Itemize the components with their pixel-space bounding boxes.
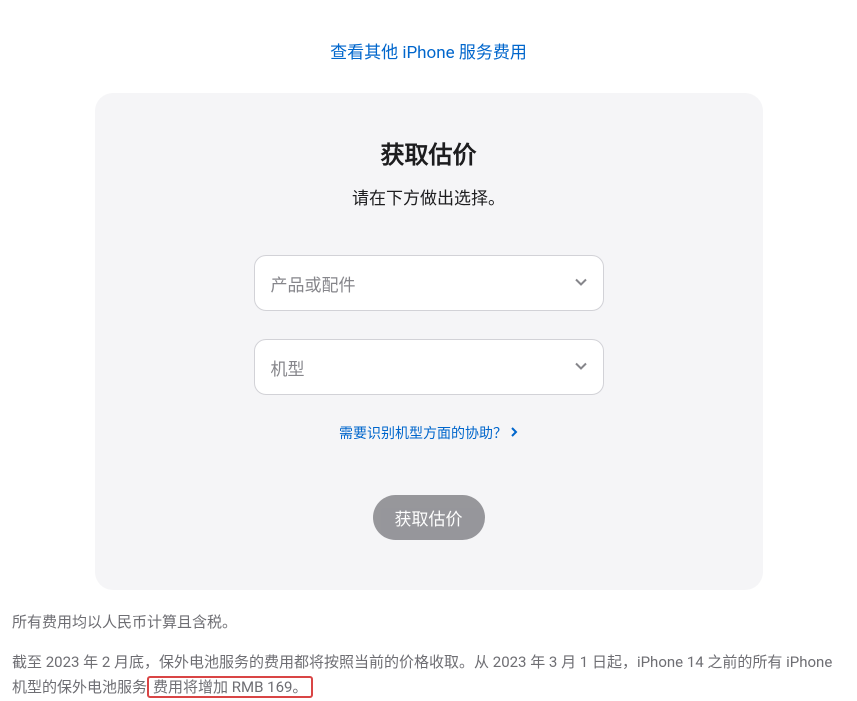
model-select[interactable]: 机型 xyxy=(254,339,604,395)
product-select[interactable]: 产品或配件 xyxy=(254,255,604,311)
price-increase-highlight: 费用将增加 RMB 169。 xyxy=(147,676,313,698)
chevron-right-icon xyxy=(511,425,518,441)
model-select-wrap: 机型 xyxy=(254,339,604,395)
product-select-wrap: 产品或配件 xyxy=(254,255,604,311)
top-link-container: 查看其他 iPhone 服务费用 xyxy=(0,0,857,93)
help-link-text: 需要识别机型方面的协助？ xyxy=(339,423,507,443)
view-other-services-link[interactable]: 查看其他 iPhone 服务费用 xyxy=(330,43,527,63)
product-select-placeholder: 产品或配件 xyxy=(271,271,356,296)
model-select-placeholder: 机型 xyxy=(271,355,305,380)
card-title: 获取估价 xyxy=(135,135,723,170)
footer-notes: 所有费用均以人民币计算且含税。 截至 2023 年 2 月底，保外电池服务的费用… xyxy=(0,590,857,701)
get-estimate-button[interactable]: 获取估价 xyxy=(373,495,485,540)
identify-model-help-link[interactable]: 需要识别机型方面的协助？ xyxy=(339,423,518,443)
footer-line-2-prefix: 截至 2023 年 2 月底，保外电池服务的费用都将按照当前的价格收取。从 20… xyxy=(12,653,832,697)
footer-line-2: 截至 2023 年 2 月底，保外电池服务的费用都将按照当前的价格收取。从 20… xyxy=(12,650,845,701)
estimate-card: 获取估价 请在下方做出选择。 产品或配件 机型 需要识别机型方面的协助？ 获取估… xyxy=(95,93,763,590)
footer-line-1: 所有费用均以人民币计算且含税。 xyxy=(12,610,845,636)
card-subtitle: 请在下方做出选择。 xyxy=(135,184,723,209)
